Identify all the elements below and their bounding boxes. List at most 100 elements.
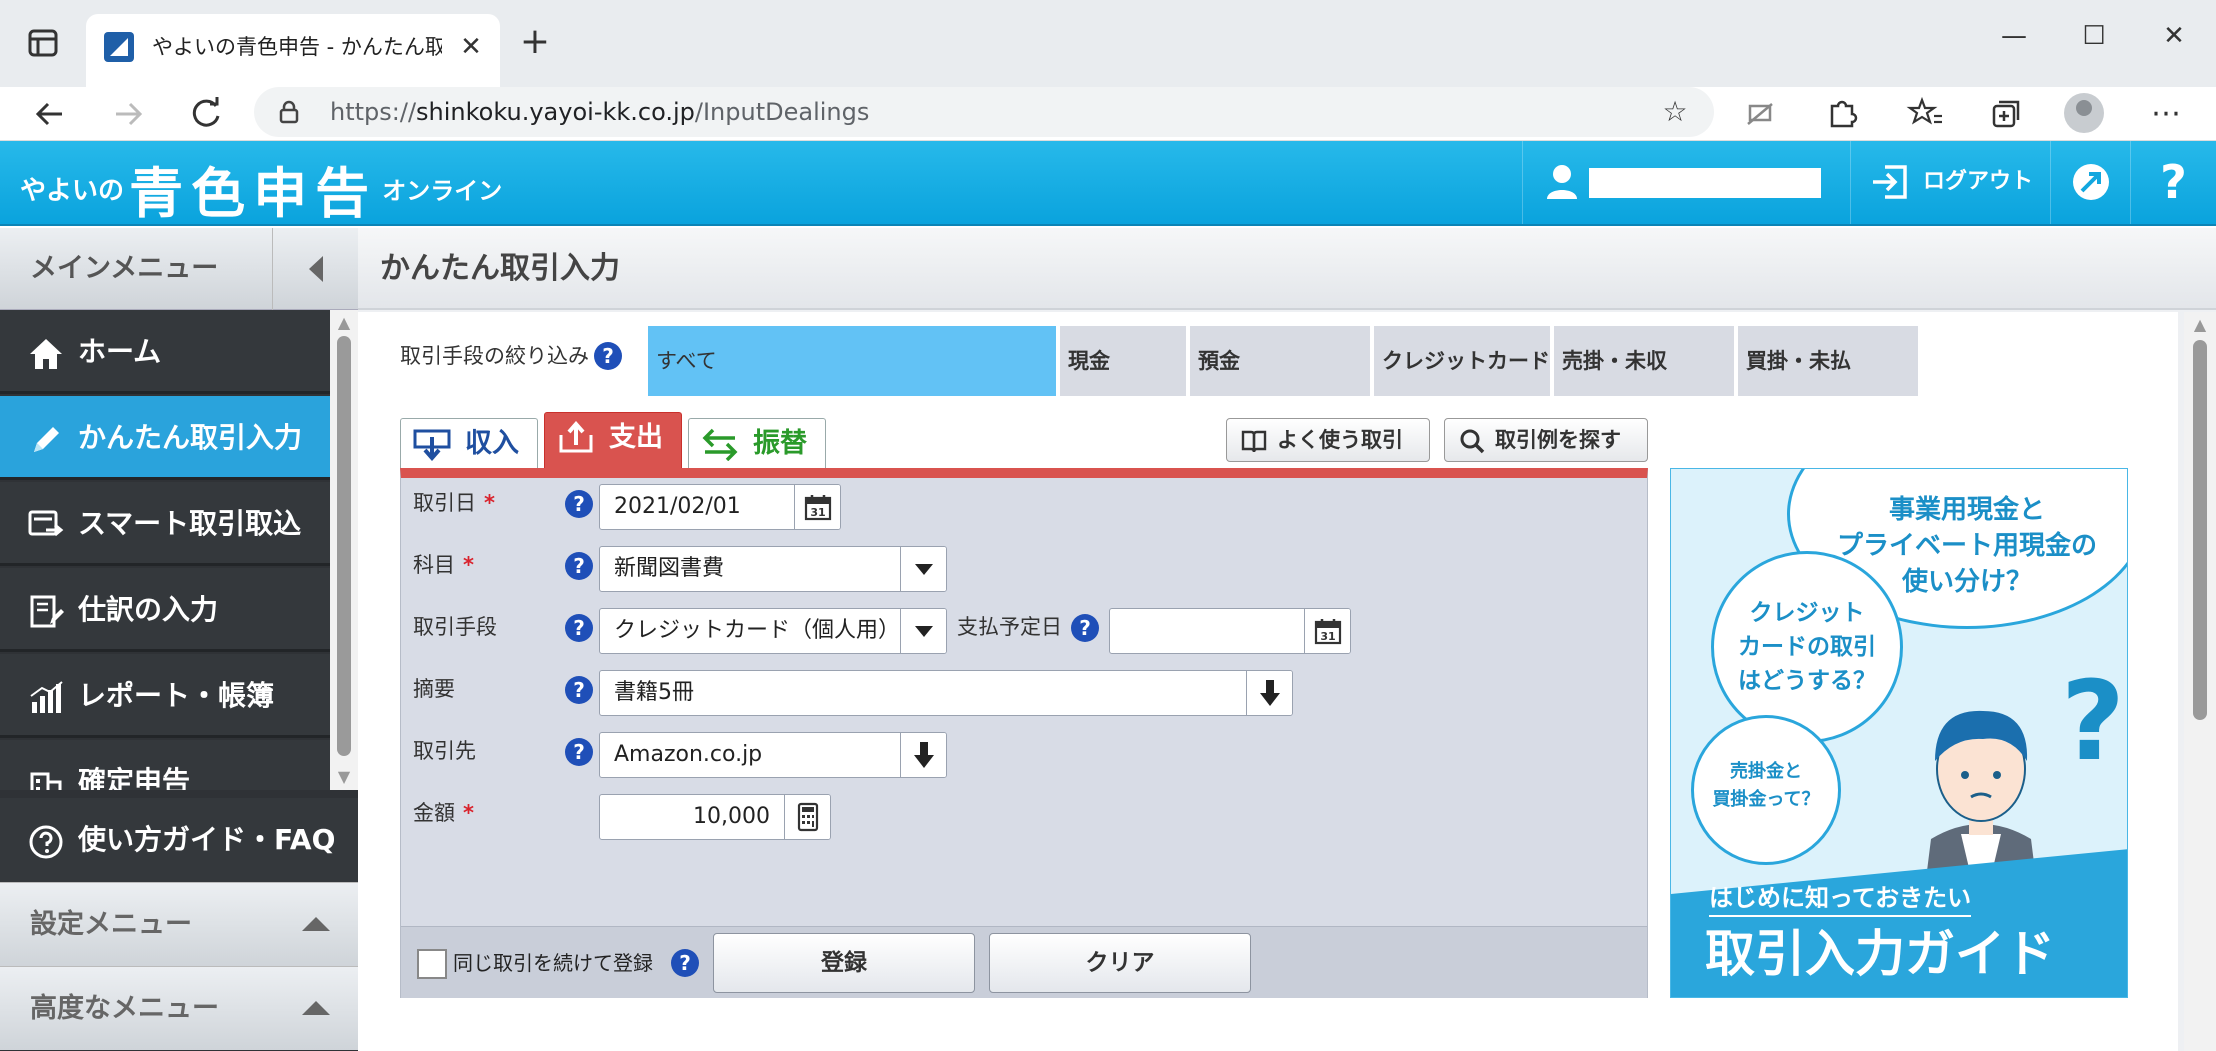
partner-history-button[interactable] — [900, 733, 946, 777]
filter-tab-credit-card[interactable]: クレジットカード — [1374, 326, 1550, 396]
tab-expense-label: 支出 — [609, 422, 663, 453]
main-scrollbar[interactable]: ▲ — [2184, 312, 2216, 1051]
svg-text:?: ? — [2061, 669, 2125, 785]
deal-entry-guide-banner[interactable]: ? 事業用現金と プライベート用現金の 使い分け？ クレジット カードの取引 は… — [1670, 468, 2128, 998]
app-logo[interactable]: やよいの 青色申告 オンライン — [20, 149, 502, 225]
lock-icon[interactable] — [276, 99, 302, 125]
more-icon[interactable]: ⋯ — [2144, 92, 2188, 136]
account-select[interactable]: 新聞図書費 — [599, 546, 947, 592]
sidebar-item-tax-return[interactable]: 確定申告 — [0, 740, 330, 790]
calendar-button[interactable]: 31 — [794, 485, 840, 529]
sidebar-scrollbar[interactable]: ▲ ▼ — [330, 310, 358, 790]
help-icon[interactable]: ? — [671, 949, 699, 977]
help-icon[interactable]: ? — [565, 614, 593, 642]
favorites-icon[interactable] — [1904, 92, 1948, 136]
help-icon[interactable]: ? — [594, 342, 622, 370]
guide-faq-label: 使い方ガイド・FAQ — [78, 823, 336, 856]
tab-close-icon[interactable]: ✕ — [456, 32, 486, 62]
tab-actions-icon[interactable] — [22, 26, 66, 62]
maximize-icon[interactable]: ☐ — [2064, 16, 2124, 56]
scroll-up-icon[interactable]: ▲ — [335, 314, 353, 332]
advanced-menu-toggle[interactable]: 高度なメニュー — [0, 966, 358, 1050]
memo-field[interactable]: 書籍5冊 — [599, 670, 1293, 716]
page-header: かんたん取引入力 — [358, 228, 2216, 310]
svg-text:31: 31 — [1320, 630, 1335, 643]
sidebar-item-home[interactable]: ホーム — [0, 310, 330, 394]
yayoi-favicon-icon — [104, 32, 134, 62]
sidebar-item-guide-faq[interactable]: 使い方ガイド・FAQ — [0, 798, 358, 882]
reload-icon[interactable] — [184, 92, 228, 136]
external-link-button[interactable] — [2050, 141, 2130, 224]
filter-tab-deposit[interactable]: 預金 — [1190, 326, 1370, 396]
amount-value: 10,000 — [693, 804, 770, 829]
tab-income[interactable]: 収入 — [400, 418, 538, 468]
profile-avatar[interactable] — [2064, 93, 2104, 133]
amount-field[interactable]: 10,000 — [599, 794, 831, 840]
browser-tab-active[interactable]: やよいの青色申告 - かんたん取引入 ✕ — [86, 14, 500, 87]
memo-history-button[interactable] — [1246, 671, 1292, 715]
tab-expense[interactable]: 支出 — [544, 412, 682, 468]
filter-tab-receivable[interactable]: 売掛・未収 — [1554, 326, 1734, 396]
filter-tab-payable[interactable]: 買掛・未払 — [1738, 326, 1918, 396]
scroll-down-icon[interactable]: ▼ — [335, 768, 353, 786]
main-scroll-thumb[interactable] — [2193, 340, 2207, 720]
help-menu-button[interactable]: ? — [2130, 141, 2216, 224]
help-icon[interactable]: ? — [565, 490, 593, 518]
frequent-deals-label: よく使う取引 — [1277, 428, 1403, 452]
sidebar-scroll-thumb[interactable] — [337, 336, 351, 756]
sidebar-item-reports[interactable]: レポート・帳簿 — [0, 654, 330, 738]
url-host: shinkoku.yayoi-kk.co.jp — [416, 98, 695, 126]
arrow-down-icon — [1260, 680, 1280, 706]
forward-icon[interactable] — [106, 92, 150, 136]
sidebar-item-easy-entry[interactable]: かんたん取引入力 — [0, 396, 330, 480]
due-calendar-button[interactable]: 31 — [1304, 609, 1350, 653]
filter-tab-all[interactable]: すべて — [648, 326, 1056, 396]
collections-icon[interactable] — [1984, 92, 2028, 136]
help-icon[interactable]: ? — [565, 552, 593, 580]
calculator-button[interactable] — [784, 795, 830, 839]
help-icon[interactable]: ? — [565, 738, 593, 766]
chevron-down-icon — [915, 564, 933, 575]
settings-menu-toggle[interactable]: 設定メニュー — [0, 882, 358, 966]
logout-button[interactable]: ログアウト — [1850, 141, 2050, 224]
back-icon[interactable] — [28, 92, 72, 136]
find-examples-button[interactable]: 取引例を探す — [1444, 418, 1648, 462]
form-footer: 同じ取引を続けて登録 ? 登録 クリア — [401, 926, 1647, 998]
help-icon[interactable]: ? — [565, 676, 593, 704]
clear-button[interactable]: クリア — [989, 933, 1251, 993]
logo-prefix: やよいの — [20, 176, 125, 206]
filter-tab-cash[interactable]: 現金 — [1060, 326, 1186, 396]
settings-menu-label: 設定メニュー — [30, 909, 192, 940]
address-bar[interactable]: https://shinkoku.yayoi-kk.co.jp/InputDea… — [254, 87, 1714, 137]
help-icon[interactable]: ? — [1071, 614, 1099, 642]
bubble-receivable-text: 売掛金と 買掛金って？ — [1712, 761, 1820, 810]
date-field[interactable]: 2021/02/01 31 — [599, 484, 841, 530]
continue-checkbox[interactable] — [417, 949, 447, 979]
sidebar-item-journal[interactable]: 仕訳の入力 — [0, 568, 330, 652]
extensions-icon[interactable] — [1820, 92, 1864, 136]
reading-view-icon[interactable] — [1740, 92, 1784, 136]
sidebar-item-label: 確定申告 — [78, 765, 191, 790]
user-info[interactable] — [1522, 141, 1850, 224]
deal-entry-form: 取引日 * ? 2021/02/01 31 科目 * ? 新聞図書費 取引手段 ? … — [400, 468, 1648, 998]
sidebar-collapse-button[interactable] — [272, 228, 358, 310]
scroll-up-icon[interactable]: ▲ — [2191, 316, 2209, 334]
register-button[interactable]: 登録 — [713, 933, 975, 993]
tab-transfer[interactable]: 振替 — [688, 418, 826, 468]
method-dropdown-button[interactable] — [900, 609, 946, 653]
method-select[interactable]: クレジットカード（個人用） — [599, 608, 947, 654]
browser-toolbar: https://shinkoku.yayoi-kk.co.jp/InputDea… — [0, 87, 2216, 141]
add-favorite-icon[interactable]: ☆ — [1658, 95, 1692, 129]
method-value: クレジットカード（個人用） — [614, 618, 901, 643]
window-close-icon[interactable]: ✕ — [2144, 16, 2204, 56]
calendar-icon: 31 — [804, 495, 832, 521]
new-tab-icon[interactable]: + — [515, 22, 555, 62]
sidebar-item-smart-import[interactable]: スマート取引取込 — [0, 482, 330, 566]
due-date-label: 支払予定日 — [957, 615, 1062, 639]
main-menu-header: メインメニュー — [0, 228, 358, 310]
partner-field[interactable]: Amazon.co.jp — [599, 732, 947, 778]
minimize-icon[interactable]: — — [1984, 16, 2044, 56]
account-dropdown-button[interactable] — [900, 547, 946, 591]
due-date-field[interactable]: 31 — [1109, 608, 1351, 654]
frequent-deals-button[interactable]: よく使う取引 — [1226, 418, 1430, 462]
